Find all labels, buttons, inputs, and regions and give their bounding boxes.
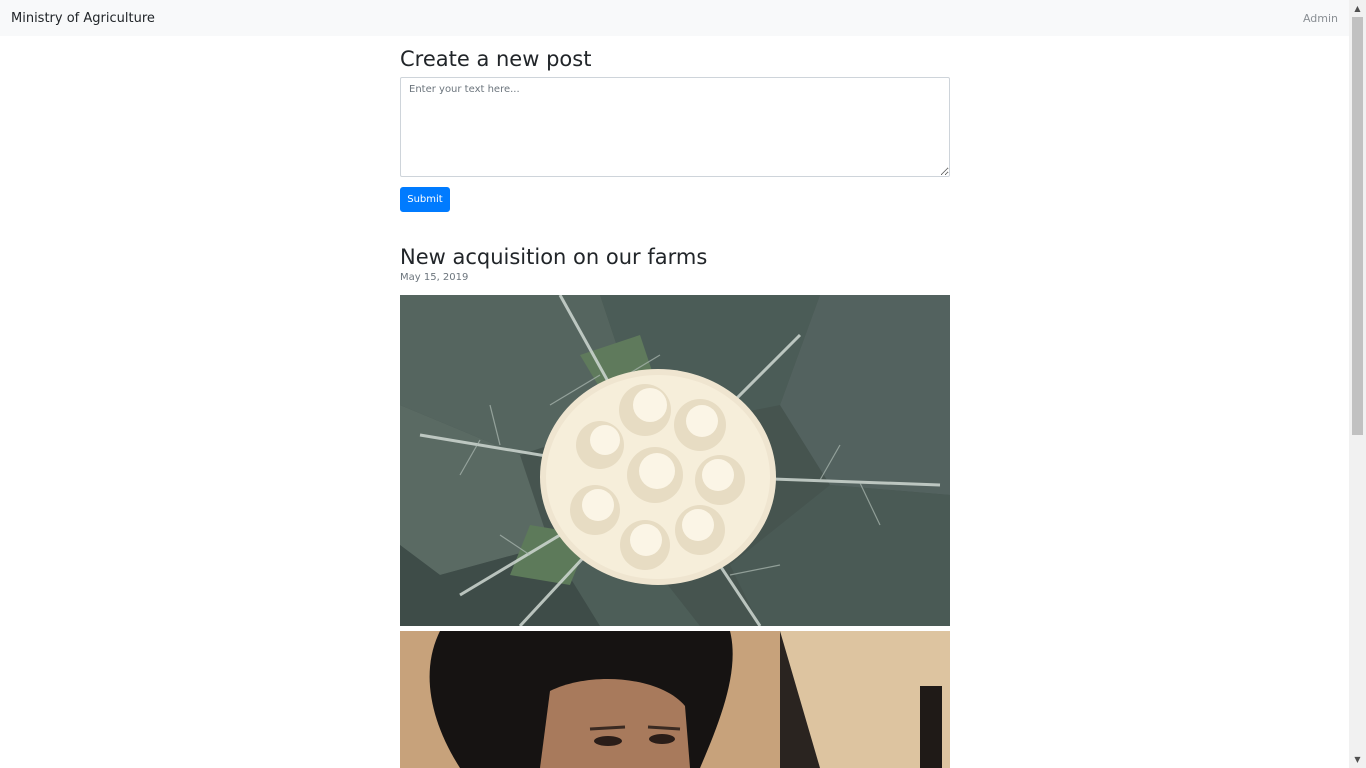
top-navbar: Ministry of Agriculture Admin xyxy=(0,0,1349,36)
scroll-up-arrow-icon[interactable]: ▲ xyxy=(1349,0,1366,17)
create-post-heading: Create a new post xyxy=(400,47,592,71)
vertical-scrollbar[interactable]: ▲ ▼ xyxy=(1349,0,1366,768)
post-title: New acquisition on our farms xyxy=(400,245,708,269)
submit-button[interactable]: Submit xyxy=(400,187,450,212)
post-date: May 15, 2019 xyxy=(400,272,469,283)
scroll-down-arrow-icon[interactable]: ▼ xyxy=(1349,751,1366,768)
cauliflower-photo xyxy=(400,295,950,626)
brand-link[interactable]: Ministry of Agriculture xyxy=(11,11,155,26)
portrait-photo xyxy=(400,631,950,768)
admin-link[interactable]: Admin xyxy=(1303,12,1338,25)
post-text-input[interactable] xyxy=(400,77,950,177)
scrollbar-thumb[interactable] xyxy=(1352,17,1363,435)
